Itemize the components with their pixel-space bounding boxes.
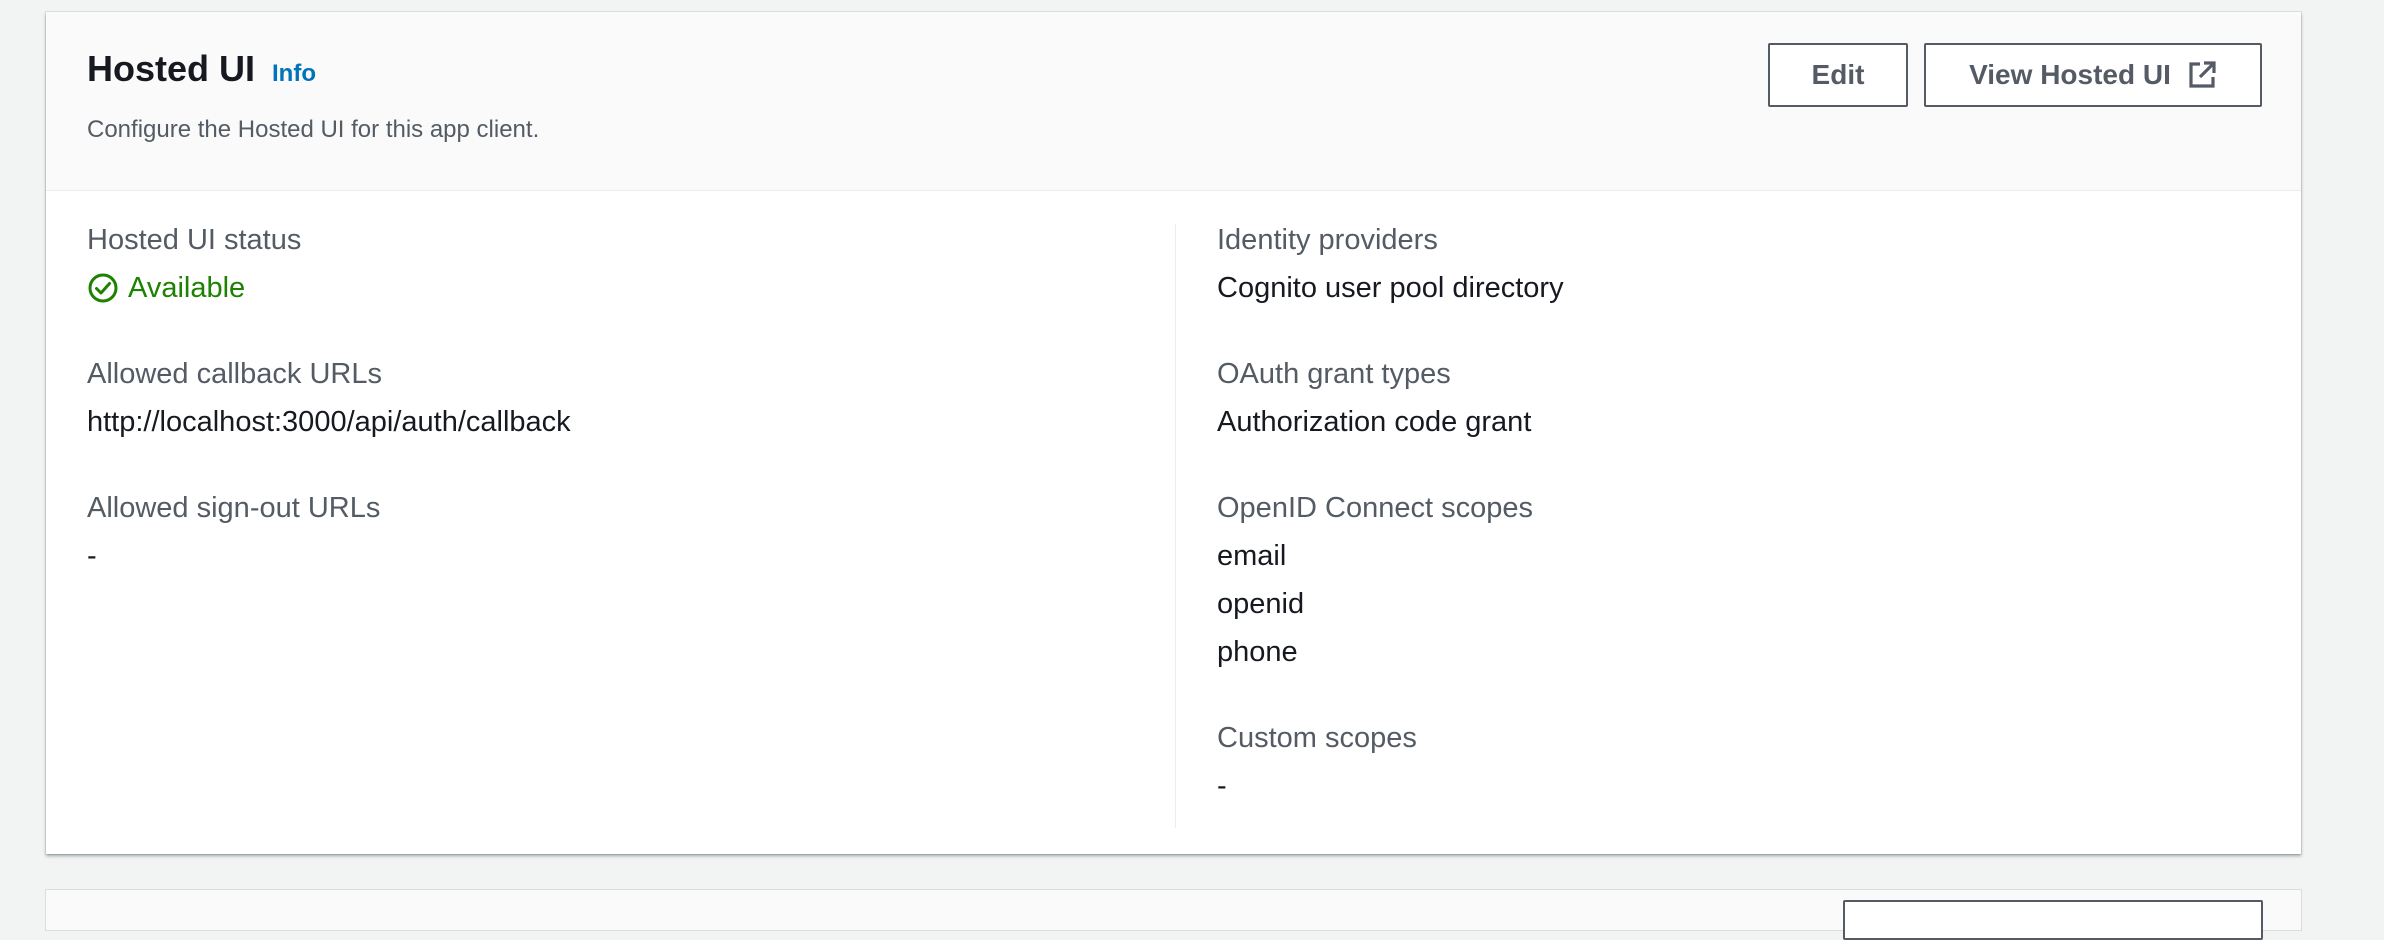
- hosted-ui-panel: Hosted UI Info Configure the Hosted UI f…: [46, 12, 2301, 854]
- panel-header: Hosted UI Info Configure the Hosted UI f…: [46, 12, 2301, 191]
- field-hosted-ui-status: Hosted UI status Available: [87, 216, 571, 312]
- panel-title: Hosted UI: [87, 48, 256, 89]
- field-label: OpenID Connect scopes: [1217, 492, 1533, 524]
- title-row: Hosted UI Info: [87, 48, 316, 90]
- field-label: Custom scopes: [1217, 722, 1417, 754]
- scope-item: phone: [1217, 636, 1298, 668]
- view-hosted-ui-label: View Hosted UI: [1969, 59, 2171, 90]
- left-column: Hosted UI status Available Allowed callb…: [87, 216, 571, 618]
- panel-description: Configure the Hosted UI for this app cli…: [87, 116, 540, 143]
- field-custom-scopes: Custom scopes -: [1217, 714, 1564, 810]
- edit-button-label: Edit: [1811, 59, 1865, 90]
- view-hosted-ui-button[interactable]: View Hosted UI: [1924, 43, 2262, 107]
- field-value: Cognito user pool directory: [1217, 272, 1564, 304]
- field-label: Allowed callback URLs: [87, 358, 382, 390]
- status-badge: Available: [87, 264, 571, 312]
- field-oauth-grant-types: OAuth grant types Authorization code gra…: [1217, 350, 1564, 446]
- right-column: Identity providers Cognito user pool dir…: [1217, 216, 1564, 848]
- field-label: OAuth grant types: [1217, 358, 1451, 390]
- field-label: Allowed sign-out URLs: [87, 492, 381, 524]
- info-link[interactable]: Info: [272, 60, 316, 88]
- field-value: -: [1217, 770, 1227, 802]
- column-divider: [1175, 224, 1176, 828]
- scope-item: openid: [1217, 588, 1305, 620]
- edit-button[interactable]: Edit: [1768, 43, 1908, 107]
- field-label: Hosted UI status: [87, 224, 302, 256]
- field-openid-scopes: OpenID Connect scopes email openid phone: [1217, 484, 1564, 676]
- field-value: http://localhost:3000/api/auth/callback: [87, 406, 571, 438]
- field-callback-urls: Allowed callback URLs http://localhost:3…: [87, 350, 571, 446]
- scope-item: email: [1217, 540, 1287, 572]
- next-panel: [46, 890, 2301, 940]
- field-value: Authorization code grant: [1217, 406, 1532, 438]
- field-label: Identity providers: [1217, 224, 1438, 256]
- external-link-icon: [2187, 60, 2217, 90]
- field-value: -: [87, 540, 97, 572]
- field-signout-urls: Allowed sign-out URLs -: [87, 484, 571, 580]
- status-value: Available: [128, 272, 246, 304]
- field-identity-providers: Identity providers Cognito user pool dir…: [1217, 216, 1564, 312]
- next-panel-button[interactable]: [1843, 900, 2263, 940]
- check-circle-icon: [87, 272, 119, 304]
